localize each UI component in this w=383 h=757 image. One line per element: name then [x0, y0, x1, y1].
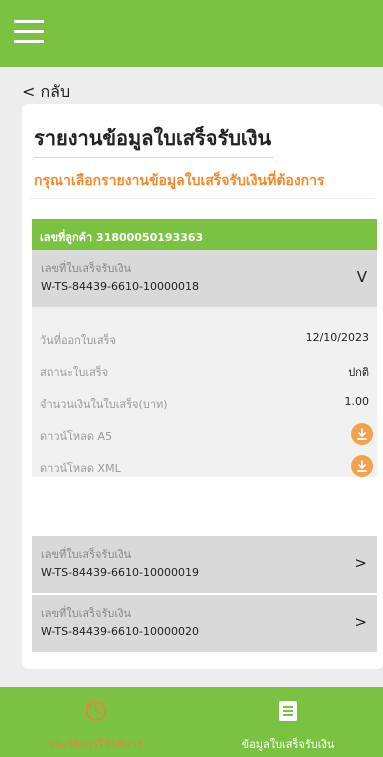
download-a5-label: ดาวน์โหลด A5	[40, 430, 113, 443]
receipt-item-1[interactable]: เลขที่ใบเสร็จรับเงิน W-TS-84439-6610-100…	[32, 250, 377, 307]
page-title: รายงานข้อมูลใบเสร็จรับเงิน	[34, 126, 272, 150]
download-icon	[357, 460, 367, 472]
history-icon	[86, 701, 106, 721]
top-app-bar	[0, 0, 383, 67]
receipt-icon	[279, 701, 297, 721]
status-value: ปกติ	[348, 366, 369, 379]
detail-row-download-a5: ดาวน์โหลด A5	[32, 423, 377, 447]
receipt-number: W-TS-84439-6610-10000020	[41, 625, 199, 638]
receipt-number-label: เลขที่ใบเสร็จรับเงิน	[41, 262, 131, 275]
status-label: สถานะใบเสร็จ	[40, 366, 109, 379]
issue-date-label: วันที่ออกใบเสร็จ	[40, 334, 117, 347]
detail-row-issue-date: วันที่ออกใบเสร็จ 12/10/2023	[32, 329, 377, 351]
nav-label-receipts: ข้อมูลใบเสร็จรับเงิน	[241, 738, 335, 751]
download-xml-button[interactable]	[351, 455, 373, 477]
receipt-number: W-TS-84439-6610-10000018	[41, 280, 199, 293]
bottom-navigation: ประวัติการใช้บริการ ข้อมูลใบเสร็จรับเงิน	[0, 687, 383, 757]
amount-value: 1.00	[344, 395, 370, 408]
download-a5-button[interactable]	[351, 423, 373, 445]
nav-item-history[interactable]: ประวัติการใช้บริการ	[0, 687, 190, 757]
download-icon	[357, 428, 367, 440]
chevron-down-icon[interactable]: V	[357, 268, 367, 286]
hamburger-menu-icon[interactable]	[14, 20, 44, 44]
chevron-right-icon[interactable]: >	[354, 554, 367, 572]
title-divider	[34, 157, 274, 158]
receipt-number-label: เลขที่ใบเสร็จรับเงิน	[41, 548, 131, 561]
receipt-item-3[interactable]: เลขที่ใบเสร็จรับเงิน W-TS-84439-6610-100…	[32, 595, 377, 652]
receipt-item-2[interactable]: เลขที่ใบเสร็จรับเงิน W-TS-84439-6610-100…	[32, 536, 377, 593]
nav-label-history: ประวัติการใช้บริการ	[47, 738, 143, 751]
detail-row-amount: จำนวนเงินในใบเสร็จ(บาท) 1.00	[32, 393, 377, 415]
download-xml-label: ดาวน์โหลด XML	[40, 462, 121, 475]
chevron-right-icon[interactable]: >	[354, 613, 367, 631]
receipt-details: วันที่ออกใบเสร็จ 12/10/2023 สถานะใบเสร็จ…	[32, 307, 377, 477]
amount-label: จำนวนเงินในใบเสร็จ(บาท)	[40, 398, 168, 411]
customer-number-bar: เลขที่ลูกค้า 31800050193363	[32, 219, 377, 250]
issue-date-value: 12/10/2023	[305, 331, 369, 344]
detail-row-download-xml: ดาวน์โหลด XML	[32, 455, 377, 479]
back-link[interactable]: < กลับ	[22, 80, 70, 105]
receipt-number: W-TS-84439-6610-10000019	[41, 566, 199, 579]
receipt-number-label: เลขที่ใบเสร็จรับเงิน	[41, 607, 131, 620]
nav-item-receipts[interactable]: ข้อมูลใบเสร็จรับเงิน	[193, 687, 383, 757]
receipt-report-card: รายงานข้อมูลใบเสร็จรับเงิน กรุณาเลือกราย…	[22, 104, 383, 669]
page-subtitle: กรุณาเลือกรายงานข้อมูลใบเสร็จรับเงินที่ต…	[34, 173, 325, 189]
detail-row-status: สถานะใบเสร็จ ปกติ	[32, 361, 377, 383]
subtitle-divider	[30, 198, 375, 199]
